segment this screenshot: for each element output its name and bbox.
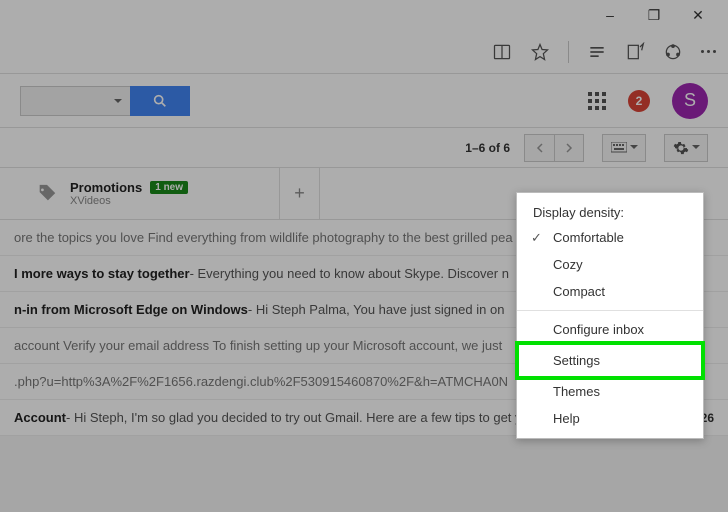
apps-launcher-icon[interactable] bbox=[588, 92, 606, 110]
share-icon[interactable] bbox=[663, 42, 683, 62]
search-button[interactable] bbox=[130, 86, 190, 116]
input-tools-button[interactable] bbox=[602, 134, 646, 162]
density-cozy[interactable]: Cozy bbox=[517, 251, 703, 278]
new-badge: 1 new bbox=[150, 181, 188, 194]
chevron-down-icon bbox=[692, 145, 700, 153]
mail-preview: - Hi Steph Palma, You have just signed i… bbox=[248, 302, 505, 317]
notifications-badge[interactable]: 2 bbox=[628, 90, 650, 112]
tab-subtitle: XVideos bbox=[70, 195, 188, 207]
configure-inbox[interactable]: Configure inbox bbox=[517, 316, 703, 343]
mail-subject: n-in from Microsoft Edge on Windows bbox=[14, 302, 248, 317]
settings-item[interactable]: Settings bbox=[517, 343, 703, 378]
chevron-down-icon bbox=[630, 145, 638, 153]
help-item[interactable]: Help bbox=[517, 405, 703, 432]
chevron-left-icon bbox=[535, 143, 545, 153]
mail-subject: I more ways to stay together bbox=[14, 266, 190, 281]
themes-item[interactable]: Themes bbox=[517, 378, 703, 405]
account-avatar[interactable]: S bbox=[672, 83, 708, 119]
mail-preview: - Hi Steph, I'm so glad you decided to t… bbox=[66, 410, 572, 425]
reading-view-icon[interactable] bbox=[492, 42, 512, 62]
mail-preview: .php?u=http%3A%2F%2F1656.razdengi.club%2… bbox=[14, 374, 508, 389]
mail-preview: - Everything you need to know about Skyp… bbox=[190, 266, 509, 281]
hub-icon[interactable] bbox=[587, 42, 607, 62]
add-tab-button[interactable]: + bbox=[280, 168, 320, 219]
tab-promotions[interactable]: Promotions 1 new XVideos bbox=[20, 168, 280, 219]
menu-separator bbox=[517, 310, 703, 311]
gear-icon bbox=[673, 140, 689, 156]
mail-subject: Account bbox=[14, 410, 66, 425]
tag-icon bbox=[36, 183, 58, 205]
settings-menu: Display density: Comfortable Cozy Compac… bbox=[516, 192, 704, 439]
density-comfortable[interactable]: Comfortable bbox=[517, 224, 703, 251]
mail-preview: account Verify your email address To fin… bbox=[14, 338, 502, 353]
search-scope-dropdown[interactable] bbox=[20, 86, 130, 116]
minimize-button[interactable]: – bbox=[588, 0, 632, 30]
chevron-right-icon bbox=[564, 143, 574, 153]
page-count: 1–6 of 6 bbox=[465, 141, 510, 155]
keyboard-icon bbox=[611, 142, 627, 154]
older-button[interactable] bbox=[554, 134, 584, 162]
search-icon bbox=[152, 93, 168, 109]
separator bbox=[568, 41, 569, 63]
notes-icon[interactable] bbox=[625, 42, 645, 62]
mail-preview: ore the topics you love Find everything … bbox=[14, 230, 513, 245]
newer-button[interactable] bbox=[524, 134, 554, 162]
density-compact[interactable]: Compact bbox=[517, 278, 703, 305]
maximize-button[interactable]: ❐ bbox=[632, 0, 676, 30]
tab-label: Promotions bbox=[70, 180, 142, 195]
settings-gear-button[interactable] bbox=[664, 134, 708, 162]
menu-section-label: Display density: bbox=[517, 199, 703, 224]
more-icon[interactable] bbox=[701, 50, 716, 53]
close-button[interactable]: ✕ bbox=[676, 0, 720, 30]
favorite-star-icon[interactable] bbox=[530, 42, 550, 62]
